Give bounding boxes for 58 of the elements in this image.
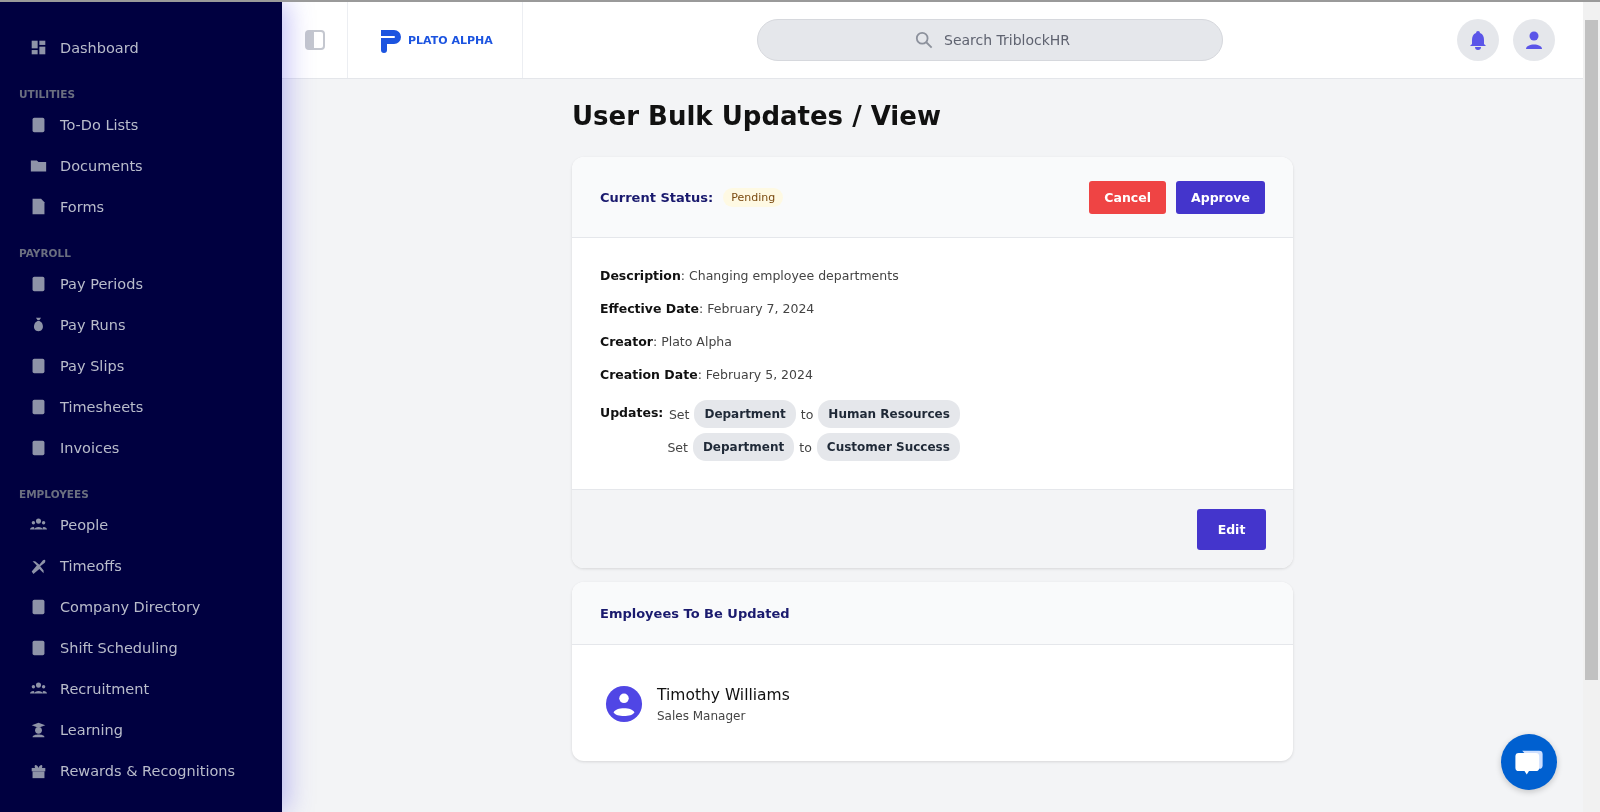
value-chip: Human Resources (818, 400, 960, 428)
field-chip: Department (692, 433, 795, 461)
status-tag: Pending (723, 187, 784, 207)
approve-button[interactable]: Approve (1176, 180, 1265, 214)
folder-icon (30, 157, 47, 174)
update-word: Set (668, 406, 690, 422)
sidebar-item[interactable]: Timesheets (0, 386, 282, 427)
logo-text: PLATO ALPHA (408, 33, 493, 47)
search-icon (915, 31, 933, 49)
scrollbar[interactable] (1583, 2, 1600, 812)
sidebar-toggle-icon[interactable] (304, 30, 325, 50)
updates-label: Updates: (600, 404, 664, 422)
sidebar-item[interactable]: Pay Runs (0, 304, 282, 345)
value-chip: Customer Success (816, 433, 960, 461)
gift-icon (30, 762, 47, 779)
edit-button[interactable]: Edit (1197, 508, 1266, 550)
section-heading: EMPLOYEES (18, 487, 90, 502)
sidebar-item[interactable]: Invoices (0, 427, 282, 468)
page-title: User Bulk Updates / View (572, 101, 942, 131)
employee-name: Timothy Williams (657, 685, 790, 704)
sidebar-item[interactable]: Dashboard (0, 27, 282, 68)
notifications-button[interactable] (1457, 19, 1499, 61)
cancel-button[interactable]: Cancel (1089, 180, 1167, 214)
search-field[interactable]: Search TriblockHR (757, 19, 1223, 61)
sidebar-item[interactable]: Learning (0, 709, 282, 750)
avatar-icon (605, 685, 643, 723)
people-icon (30, 516, 47, 533)
sidebar-item[interactable]: Recruitment (0, 668, 282, 709)
user-icon (1524, 30, 1544, 50)
chat-button[interactable] (1501, 734, 1557, 790)
people-icon (30, 680, 47, 697)
update-word: to (800, 406, 814, 422)
sidebar-item[interactable]: Pay Slips (0, 345, 282, 386)
sidebar-item[interactable]: Forms (0, 186, 282, 227)
sidebar-item[interactable]: Pay Periods (0, 263, 282, 304)
sidebar-item[interactable]: Documents (0, 145, 282, 186)
sidebar-item[interactable]: Company Directory (0, 586, 282, 627)
sidebar-item[interactable]: Rewards & Recognitions (0, 750, 282, 791)
section-heading: PAYROLL (18, 246, 72, 261)
dashboard-icon (30, 39, 47, 56)
field-chip: Department (694, 400, 796, 428)
detail-text: Effective Date: February 7, 2024 (600, 301, 816, 316)
status-label: Current Status: (600, 189, 714, 205)
detail-text: Creation Date: February 5, 2024 (600, 367, 814, 382)
section-heading: UTILITIES (18, 87, 76, 102)
card-title: Employees To Be Updated (600, 605, 790, 621)
detail-text: Creator: Plato Alpha (600, 334, 733, 349)
graduate-icon (30, 721, 47, 738)
sidebar-item[interactable]: Shift Scheduling (0, 627, 282, 668)
update-word: to (799, 439, 812, 455)
sidebar-item[interactable]: Timeoffs (0, 545, 282, 586)
update-word: Set (667, 439, 688, 455)
bell-icon (1468, 30, 1488, 50)
profile-button[interactable] (1513, 19, 1555, 61)
sidebar-item[interactable]: People (0, 504, 282, 545)
detail-text: Description: Changing employee departments (600, 268, 900, 283)
sidebar-item[interactable]: To-Do Lists (0, 104, 282, 145)
employee-role: Sales Manager (657, 708, 747, 723)
